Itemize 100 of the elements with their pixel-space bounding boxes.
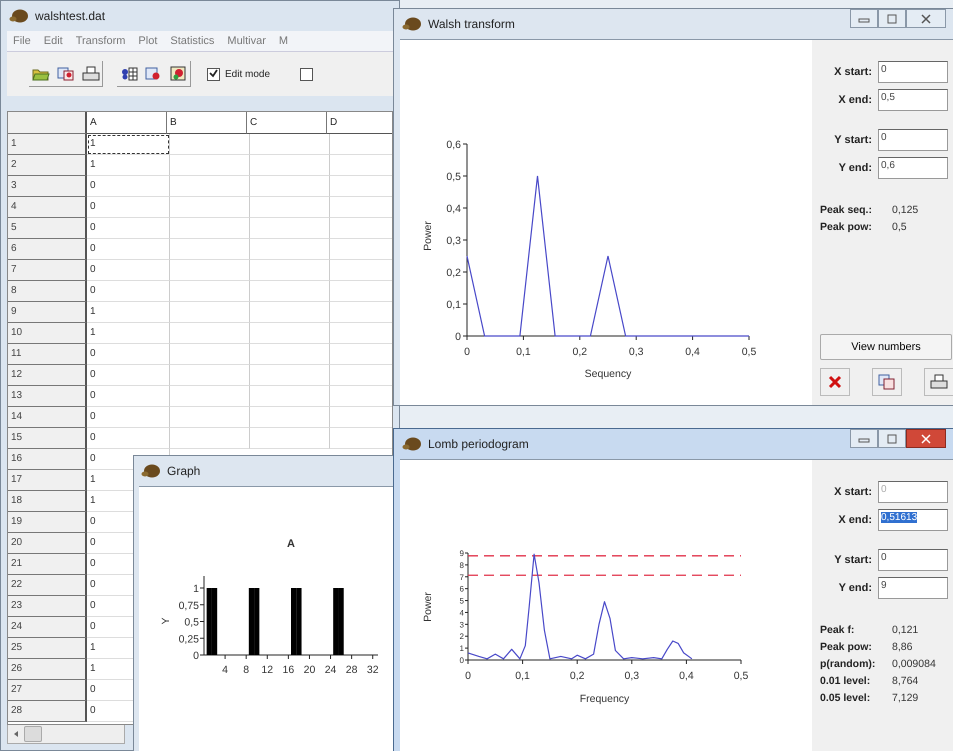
row-header[interactable]: 22 <box>8 575 87 596</box>
maximize-button[interactable] <box>878 429 906 448</box>
row-header[interactable]: 10 <box>8 323 87 344</box>
text-field[interactable]: 0,5 <box>878 89 948 111</box>
text-field[interactable]: 0 <box>878 129 948 151</box>
menu-item[interactable]: M <box>278 35 288 47</box>
scrollbar[interactable] <box>7 725 125 744</box>
minimize-button[interactable] <box>850 429 878 448</box>
text-field[interactable]: 0 <box>878 549 948 571</box>
menu-item[interactable]: File <box>13 35 31 47</box>
tick-label: 1 <box>193 583 199 595</box>
row-header[interactable]: 2 <box>8 155 87 176</box>
minimize-button[interactable] <box>850 9 878 28</box>
tick-label: 0,4 <box>685 346 700 358</box>
tick-label: 0,5 <box>742 346 756 358</box>
tick-label: 0,75 <box>178 600 199 612</box>
row-header[interactable]: 21 <box>8 554 87 575</box>
chart-title: A <box>287 538 295 550</box>
view-numbers-button[interactable]: View numbers <box>820 334 952 360</box>
row-header[interactable]: 28 <box>8 701 87 722</box>
row-header[interactable]: 27 <box>8 680 87 701</box>
tick-label: 0,1 <box>516 346 531 358</box>
menu-item[interactable]: Statistics <box>170 35 214 47</box>
tick-label: 8 <box>243 664 250 676</box>
row-header[interactable]: 9 <box>8 302 87 323</box>
maximize-button[interactable] <box>878 9 906 28</box>
row-header[interactable]: 20 <box>8 533 87 554</box>
menu-item[interactable]: Transform <box>76 35 126 47</box>
tick-label: 5 <box>460 596 464 606</box>
text-field[interactable]: 9 <box>878 577 948 599</box>
field-label: Y end: <box>838 582 872 594</box>
check-icon <box>209 68 218 78</box>
row-header[interactable]: 18 <box>8 491 87 512</box>
row-header[interactable]: 8 <box>8 281 87 302</box>
field-label: X start: <box>833 66 872 78</box>
stat-value: 8,86 <box>892 641 912 653</box>
row-header[interactable]: 3 <box>8 176 87 197</box>
tick-label: 4 <box>222 664 228 676</box>
tick-label: 0,5 <box>446 171 461 183</box>
row-header[interactable]: 12 <box>8 365 87 386</box>
table-cell: 0 <box>87 176 170 197</box>
table-cell: 0 <box>87 239 170 260</box>
row-header[interactable]: 19 <box>8 512 87 533</box>
row-header[interactable]: 11 <box>8 344 87 365</box>
field-label: Y start: <box>833 134 872 146</box>
logo-icon <box>402 436 422 452</box>
close-icon <box>920 434 932 444</box>
checkbox[interactable] <box>300 68 314 80</box>
close-icon <box>920 14 932 24</box>
corner-cell[interactable] <box>8 112 87 134</box>
row-header[interactable]: 6 <box>8 239 87 260</box>
checkbox[interactable]: Edit mode <box>207 68 284 80</box>
row-header[interactable]: 26 <box>8 659 87 680</box>
column-header[interactable]: B <box>167 112 247 134</box>
tick-label: 4 <box>460 608 464 618</box>
column-header[interactable]: A <box>87 112 167 134</box>
text-field[interactable]: 0 <box>878 61 948 83</box>
stat-value: 0,125 <box>892 204 918 216</box>
row-header[interactable]: 4 <box>8 197 87 218</box>
row-header[interactable]: 24 <box>8 617 87 638</box>
row-header[interactable]: 16 <box>8 449 87 470</box>
close-button[interactable] <box>906 9 946 28</box>
text-field[interactable]: 0,51613 <box>878 509 948 531</box>
menu-item[interactable]: Multivar <box>227 35 266 47</box>
row-header[interactable]: 5 <box>8 218 87 239</box>
row-header[interactable]: 23 <box>8 596 87 617</box>
close-button[interactable] <box>906 429 946 448</box>
row-header[interactable]: 13 <box>8 386 87 407</box>
tick-label: 0,3 <box>446 235 461 247</box>
field-label: X end: <box>837 94 872 106</box>
row-header[interactable]: 17 <box>8 470 87 491</box>
row-header[interactable]: 7 <box>8 260 87 281</box>
tick-label: 0,1 <box>515 670 530 682</box>
text-field[interactable]: 0,6 <box>878 157 948 179</box>
window-title: Lomb periodogram <box>428 437 529 451</box>
tick-label: 0,1 <box>446 299 461 311</box>
row-header[interactable]: 15 <box>8 428 87 449</box>
menu-item[interactable]: Edit <box>44 35 63 47</box>
logo-icon <box>402 16 422 32</box>
row-header[interactable]: 1 <box>8 134 87 155</box>
printer-icon[interactable] <box>924 368 953 396</box>
window-title: Graph <box>167 464 200 478</box>
row-header[interactable]: 14 <box>8 407 87 428</box>
axis-title: Frequency <box>580 693 630 705</box>
tick-label: 28 <box>346 664 358 676</box>
table-cell: 1 <box>87 155 170 176</box>
column-header[interactable]: C <box>247 112 327 134</box>
row-header[interactable]: 25 <box>8 638 87 659</box>
tick-label: 2 <box>460 632 464 642</box>
menu-item[interactable]: Plot <box>138 35 158 47</box>
maximize-icon <box>886 434 898 444</box>
stat-value: 0,5 <box>892 221 907 233</box>
close-icon[interactable] <box>820 368 850 396</box>
copy-icon[interactable] <box>872 368 902 396</box>
table-cell: 0 <box>87 407 170 428</box>
stat-value: 7,129 <box>892 692 918 704</box>
tick-label: 8 <box>460 560 464 570</box>
tick-label: 0 <box>193 650 199 662</box>
tick-label: 0,4 <box>679 670 694 682</box>
stat-value: 0,009084 <box>892 658 936 670</box>
